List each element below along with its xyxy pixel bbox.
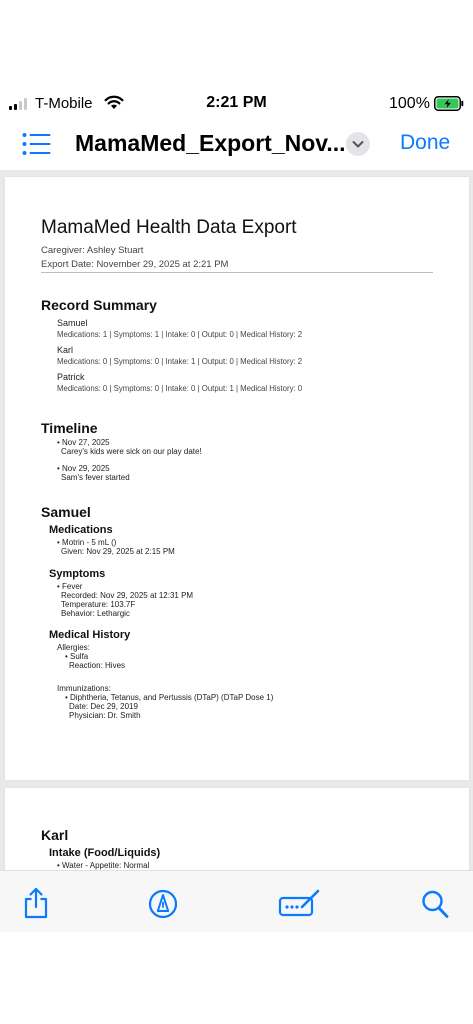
signature-icon[interactable] — [278, 889, 322, 919]
allergy-reaction: Reaction: Hives — [69, 661, 126, 670]
symptom-recorded: Recorded: Nov 29, 2025 at 12:31 PM — [61, 591, 194, 600]
summary-person-name: Karl — [57, 345, 74, 355]
divider — [41, 272, 433, 273]
record-summary-heading: Record Summary — [41, 297, 157, 313]
done-button[interactable]: Done — [400, 131, 450, 155]
search-icon[interactable] — [421, 889, 449, 919]
page-content: MamaMed Health Data Export Caregiver: As… — [41, 217, 433, 720]
page-content: Karl Intake (Food/Liquids) • Water - App… — [41, 827, 433, 870]
medication-item: • Motrin - 5 mL () — [57, 538, 117, 547]
immunizations-label: Immunizations: — [57, 684, 111, 693]
title-menu-button[interactable] — [346, 132, 370, 156]
export-date-line: Export Date: November 29, 2025 at 2:21 P… — [41, 259, 229, 270]
battery-percent: 100% — [389, 95, 430, 112]
immunization-item: • Diphtheria, Tetanus, and Pertussis (DT… — [65, 693, 274, 702]
medications-heading: Medications — [49, 524, 113, 536]
summary-person-name: Samuel — [57, 318, 88, 328]
immunization-date: Date: Dec 29, 2019 — [69, 702, 138, 711]
document-viewer[interactable]: MamaMed Health Data Export Caregiver: As… — [0, 170, 473, 870]
summary-person-counts: Medications: 0 | Symptoms: 0 | Intake: 0… — [57, 384, 303, 393]
symptom-temperature: Temperature: 103.7F — [61, 600, 136, 609]
timeline-note: Carey's kids were sick on our play date! — [61, 447, 202, 456]
export-title: MamaMed Health Data Export — [41, 217, 297, 238]
timeline-note: Sam's fever started — [61, 473, 130, 482]
summary-person-name: Patrick — [57, 372, 85, 382]
summary-person-counts: Medications: 0 | Symptoms: 0 | Intake: 1… — [57, 357, 303, 366]
timeline-date: • Nov 29, 2025 — [57, 464, 110, 473]
chevron-down-icon — [352, 141, 364, 148]
timeline-heading: Timeline — [41, 420, 98, 436]
status-bar: T-Mobile 2:21 PM 100% — [0, 90, 473, 118]
medical-history-heading: Medical History — [49, 629, 131, 641]
timeline-date: • Nov 27, 2025 — [57, 438, 110, 447]
symptom-item: • Fever — [57, 582, 83, 591]
samuel-heading: Samuel — [41, 504, 91, 520]
symptom-behavior: Behavior: Lethargic — [61, 609, 130, 618]
bottom-toolbar — [0, 870, 473, 932]
battery-charging-icon — [434, 96, 464, 111]
intake-item: • Water - Appetite: Normal — [57, 861, 150, 870]
medication-given: Given: Nov 29, 2025 at 2:15 PM — [61, 547, 175, 556]
navigation-bar: MamaMed_Export_Nov... Done — [0, 118, 473, 170]
allergies-label: Allergies: — [57, 643, 90, 652]
document-title: MamaMed_Export_Nov... — [75, 130, 346, 156]
karl-heading: Karl — [41, 827, 69, 843]
list-icon[interactable] — [22, 132, 52, 156]
share-icon[interactable] — [22, 887, 50, 919]
pdf-page: MamaMed Health Data Export Caregiver: As… — [5, 177, 469, 780]
caregiver-line: Caregiver: Ashley Stuart — [41, 245, 144, 256]
immunization-physician: Physician: Dr. Smith — [69, 711, 141, 720]
symptoms-heading: Symptoms — [49, 568, 106, 580]
intake-heading: Intake (Food/Liquids) — [49, 847, 161, 859]
markup-pen-icon[interactable] — [148, 889, 178, 919]
allergy-item: • Sulfa — [65, 652, 89, 661]
summary-person-counts: Medications: 1 | Symptoms: 1 | Intake: 0… — [57, 330, 303, 339]
pdf-page: Karl Intake (Food/Liquids) • Water - App… — [5, 788, 469, 870]
